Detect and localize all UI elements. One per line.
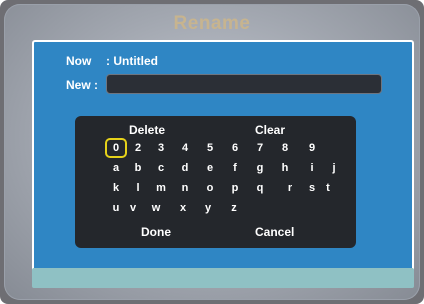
clear-key[interactable]: Clear xyxy=(255,122,285,138)
key-f[interactable]: f xyxy=(226,160,244,176)
key-3[interactable]: 3 xyxy=(152,140,170,156)
screen-frame: Rename Now : Untitled New : Delete Clear… xyxy=(0,0,424,304)
key-b[interactable]: b xyxy=(129,160,147,176)
done-key[interactable]: Done xyxy=(141,224,171,240)
key-h[interactable]: h xyxy=(276,160,294,176)
key-w[interactable]: w xyxy=(147,200,165,216)
rename-panel: Now : Untitled New : Delete Clear 0 2 3 … xyxy=(32,40,414,274)
key-a[interactable]: a xyxy=(107,160,125,176)
key-7[interactable]: 7 xyxy=(251,140,269,156)
cancel-key[interactable]: Cancel xyxy=(255,224,294,240)
key-4[interactable]: 4 xyxy=(176,140,194,156)
key-p[interactable]: p xyxy=(226,180,244,196)
key-q[interactable]: q xyxy=(251,180,269,196)
key-m[interactable]: m xyxy=(152,180,170,196)
key-u[interactable]: u xyxy=(107,200,125,216)
key-c[interactable]: c xyxy=(152,160,170,176)
key-i[interactable]: i xyxy=(303,160,321,176)
key-2[interactable]: 2 xyxy=(129,140,147,156)
key-d[interactable]: d xyxy=(176,160,194,176)
key-l[interactable]: l xyxy=(129,180,147,196)
key-e[interactable]: e xyxy=(201,160,219,176)
key-o[interactable]: o xyxy=(201,180,219,196)
key-k[interactable]: k xyxy=(107,180,125,196)
delete-key[interactable]: Delete xyxy=(129,122,165,138)
onscreen-keyboard: Delete Clear 0 2 3 4 5 6 7 8 9 a b c d e… xyxy=(75,116,356,248)
key-z[interactable]: z xyxy=(225,200,243,216)
key-6[interactable]: 6 xyxy=(226,140,244,156)
dialog-title: Rename xyxy=(173,13,251,34)
new-name-input[interactable] xyxy=(106,74,382,94)
key-g[interactable]: g xyxy=(251,160,269,176)
key-0[interactable]: 0 xyxy=(105,138,127,158)
key-n[interactable]: n xyxy=(176,180,194,196)
key-t[interactable]: t xyxy=(319,180,337,196)
key-v[interactable]: v xyxy=(124,200,142,216)
key-8[interactable]: 8 xyxy=(276,140,294,156)
key-x[interactable]: x xyxy=(174,200,192,216)
rename-dialog: Rename Now : Untitled New : Delete Clear… xyxy=(4,4,420,300)
key-9[interactable]: 9 xyxy=(303,140,321,156)
key-y[interactable]: y xyxy=(199,200,217,216)
now-label: Now xyxy=(66,54,92,68)
key-r[interactable]: r xyxy=(281,180,299,196)
new-label: New : xyxy=(66,78,99,92)
status-bar xyxy=(32,268,414,288)
key-j[interactable]: j xyxy=(325,160,343,176)
key-5[interactable]: 5 xyxy=(201,140,219,156)
now-value: : Untitled xyxy=(106,54,158,68)
